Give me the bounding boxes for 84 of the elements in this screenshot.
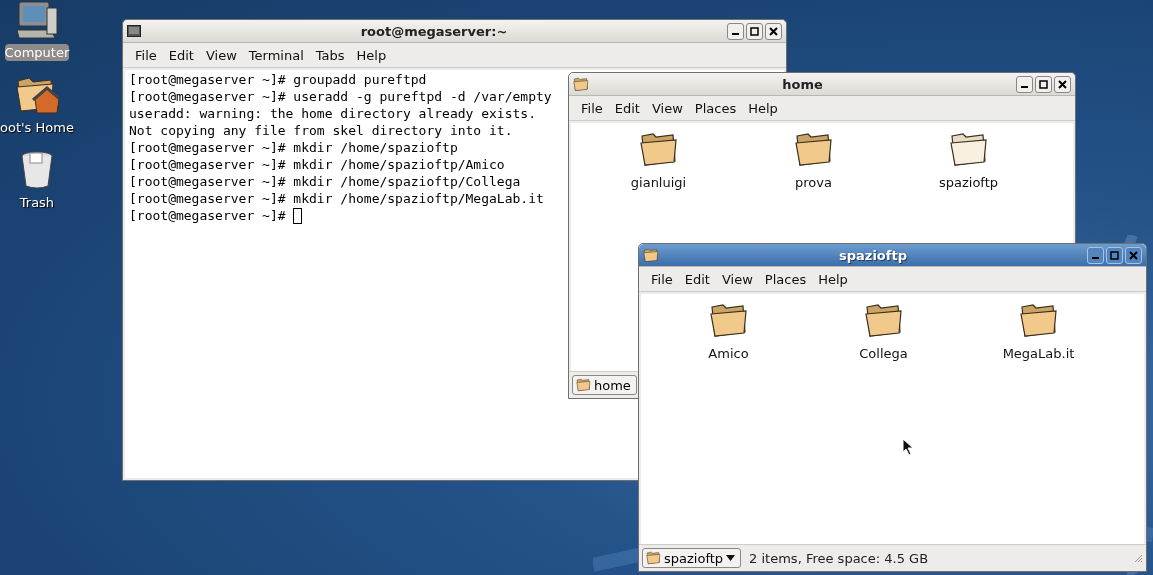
folder-icon xyxy=(863,302,904,338)
maximize-button[interactable] xyxy=(1106,246,1123,264)
maximize-button[interactable] xyxy=(746,22,763,40)
folder-icon xyxy=(948,131,989,167)
home-folder-icon xyxy=(14,75,59,115)
title-bar[interactable]: spazioftp xyxy=(639,244,1146,267)
menu-item[interactable]: View xyxy=(199,47,243,63)
terminal-line: [root@megaserver ~]# xyxy=(129,207,287,224)
folder-label: gianluigi xyxy=(630,175,687,190)
terminal-line: [root@megaserver ~]# useradd -g pureftpd -d /var/empty xyxy=(129,88,552,105)
close-button[interactable] xyxy=(1054,75,1071,93)
menu-item[interactable]: View xyxy=(645,100,689,116)
menu-item[interactable]: File xyxy=(645,271,679,287)
title-bar[interactable]: home xyxy=(569,73,1075,96)
menu-item[interactable]: Tabs xyxy=(309,47,351,63)
minimize-button[interactable] xyxy=(1087,246,1104,264)
caret-icon xyxy=(726,555,736,561)
minimize-icon xyxy=(1021,86,1028,88)
folder-icon xyxy=(793,131,834,167)
terminal-line: useradd: warning: the home directory already exists. xyxy=(129,105,536,122)
close-icon xyxy=(769,26,778,36)
folder-item[interactable]: Collega xyxy=(806,302,961,361)
close-icon xyxy=(1129,250,1138,260)
menu-item[interactable]: Edit xyxy=(608,100,646,116)
title-bar[interactable]: root@megaserver:~ xyxy=(123,20,786,43)
window-title: spazioftp xyxy=(838,247,908,263)
menu-item[interactable]: Help xyxy=(812,271,854,287)
folder-label: spazioftp xyxy=(938,175,999,190)
folder-icon xyxy=(646,551,661,565)
folder-icon xyxy=(638,131,679,167)
minimize-button[interactable] xyxy=(1016,75,1033,93)
computer-icon xyxy=(14,0,59,40)
menu-item[interactable]: Help xyxy=(350,47,393,63)
folder-label: MegaLab.it xyxy=(1002,346,1075,361)
location-dropdown[interactable]: home xyxy=(572,375,637,395)
maximize-button[interactable] xyxy=(1035,75,1052,93)
menu-item[interactable]: Edit xyxy=(162,47,200,63)
menu-item[interactable]: Places xyxy=(688,100,743,116)
menu-item[interactable]: File xyxy=(129,47,163,63)
menu-item[interactable]: Places xyxy=(758,271,813,287)
folder-icon xyxy=(1018,302,1059,338)
terminal-line: Not copying any file from skel directory into it. xyxy=(129,122,513,139)
menu-item[interactable]: Help xyxy=(742,100,784,116)
folder-item[interactable]: Amico xyxy=(651,302,806,361)
folder-item[interactable]: prova xyxy=(736,131,891,190)
folder-item[interactable]: spazioftp xyxy=(891,131,1046,190)
folder-label: Collega xyxy=(859,346,908,361)
folder-item[interactable]: gianluigi xyxy=(581,131,736,190)
folder-icon xyxy=(643,247,659,263)
folder-icon xyxy=(708,302,749,338)
terminal-line: [root@megaserver ~]# mkdir /home/spazioftp/MegaLab.it xyxy=(129,190,544,207)
terminal-icon xyxy=(127,25,141,37)
folder-label: prova xyxy=(795,175,832,190)
close-icon xyxy=(1058,79,1067,89)
trash-icon xyxy=(18,150,55,190)
folder-icon xyxy=(576,378,591,392)
terminal-line: [root@megaserver ~]# mkdir /home/spazioftp xyxy=(129,139,458,156)
desktop-icon-label[interactable]: oot's Home xyxy=(0,119,74,136)
status-text: 2 items, Free space: 4.5 GB xyxy=(749,550,930,566)
mouse-pointer-icon xyxy=(902,438,914,456)
maximize-icon xyxy=(1039,79,1048,89)
desktop-icon-label[interactable]: Trash xyxy=(19,194,55,211)
menu-item[interactable]: Terminal xyxy=(242,47,310,63)
terminal-line: [root@megaserver ~]# mkdir /home/spazioftp/Amico xyxy=(129,156,505,173)
resize-grip-icon[interactable] xyxy=(1133,553,1143,563)
folder-label: Amico xyxy=(708,346,749,361)
close-button[interactable] xyxy=(1125,246,1142,264)
folder-icon xyxy=(573,76,589,92)
menu-item[interactable]: View xyxy=(715,271,759,287)
folder-item[interactable]: MegaLab.it xyxy=(961,302,1116,361)
menu-item[interactable]: Edit xyxy=(678,271,716,287)
terminal-line: [root@megaserver ~]# groupadd pureftpd xyxy=(129,71,427,88)
window-title: home xyxy=(781,76,824,92)
minimize-icon xyxy=(1092,257,1099,259)
window-title: root@megaserver:~ xyxy=(359,23,509,39)
minimize-button[interactable] xyxy=(727,22,744,40)
location-dropdown[interactable]: spazioftp xyxy=(642,548,742,568)
minimize-icon xyxy=(732,33,739,35)
terminal-line: [root@megaserver ~]# mkdir /home/spazioftp/Collega xyxy=(129,173,521,190)
menu-item[interactable]: File xyxy=(575,100,609,116)
text-cursor-icon xyxy=(293,207,303,224)
close-button[interactable] xyxy=(765,22,782,40)
maximize-icon xyxy=(1110,250,1119,260)
maximize-icon xyxy=(750,26,759,36)
